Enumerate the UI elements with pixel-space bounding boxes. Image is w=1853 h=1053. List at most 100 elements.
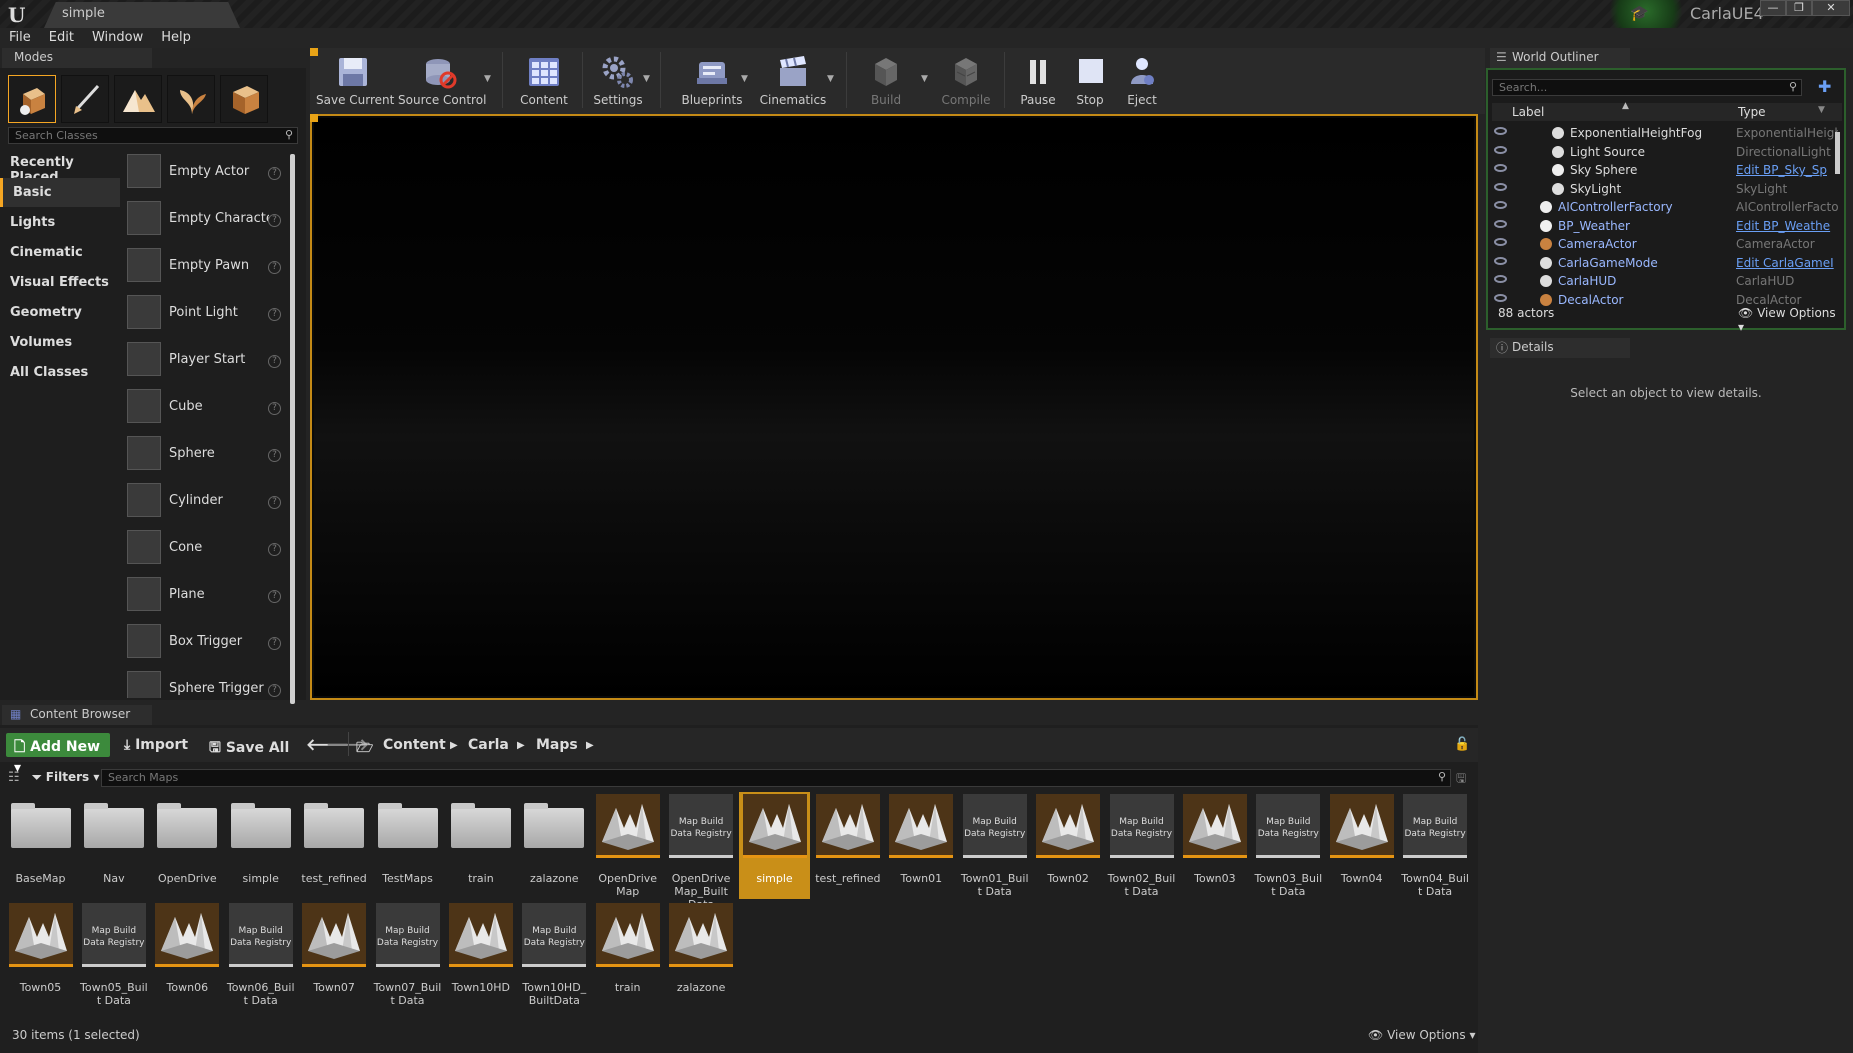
settings-button[interactable]: Settings [590,50,646,112]
build-data-asset[interactable]: Map Build Data Registry OpenDrive Map_Bui… [666,792,737,911]
outliner-search-input[interactable]: Search... ⚲ [1492,79,1802,96]
paint-mode-button[interactable] [61,75,109,123]
outliner-row[interactable]: CameraActor CameraActor [1492,235,1842,253]
visibility-eye-icon[interactable] [1494,201,1507,209]
help-icon[interactable]: ? [268,637,281,650]
save-search-icon[interactable]: 🖫 [1456,769,1466,790]
map-asset[interactable]: OpenDrive Map [592,792,663,899]
label-column-header[interactable]: Label [1512,105,1544,119]
edit-blueprint-link[interactable]: Edit BP_Weathe [1736,219,1838,233]
placeable-item[interactable]: Empty Characte? [124,197,288,244]
add-new-button[interactable]: 🗋 Add New ▾ [6,733,110,776]
settings-dropdown-icon[interactable]: ▼ [643,74,650,84]
menu-edit[interactable]: Edit [40,28,83,48]
visibility-eye-icon[interactable] [1494,293,1507,302]
placeable-item[interactable]: Box Trigger? [124,620,288,667]
map-asset[interactable]: Town03 [1179,792,1250,899]
details-tab[interactable]: ⓘ Details [1490,338,1630,358]
map-asset[interactable]: Town10HD [445,901,516,1008]
column-dropdown-icon[interactable]: ▼ [1818,105,1825,115]
content-button[interactable]: Content [512,50,576,112]
map-asset[interactable]: train [592,901,663,1008]
placeable-item[interactable]: Sphere Trigger? [124,667,288,698]
map-asset[interactable]: zalazone [666,901,737,1008]
close-button[interactable]: ✕ [1812,0,1850,16]
menu-window[interactable]: Window [83,28,152,48]
source-control-dropdown-icon[interactable]: ▼ [484,74,491,84]
compile-button[interactable]: Compile [936,50,996,112]
placeable-item[interactable]: Plane? [124,573,288,620]
outliner-row[interactable]: AIControllerFactory AIControllerFacto [1492,198,1842,216]
landscape-mode-button[interactable] [114,75,162,123]
visibility-eye-icon[interactable] [1494,219,1507,228]
menu-help[interactable]: Help [152,28,200,48]
help-icon[interactable]: ? [268,261,281,274]
folder-asset[interactable]: Nav [78,792,149,899]
content-view-options-button[interactable]: 👁 View Options ▾ [1368,1028,1476,1042]
map-asset[interactable]: Town07 [299,901,370,1008]
stop-button[interactable]: Stop [1064,50,1116,112]
source-control-button[interactable]: Source Control [398,50,486,112]
map-asset[interactable]: Town05 [5,901,76,1008]
outliner-row[interactable]: ExponentialHeightFog ExponentialHeigh [1492,124,1842,142]
visibility-eye-icon[interactable] [1494,275,1507,283]
outliner-row[interactable]: SkyLight SkyLight [1492,180,1842,198]
sources-panel-toggle-icon[interactable]: ☷ [8,770,20,785]
search-maps-input[interactable]: Search Maps ⚲ [101,769,1451,787]
help-icon[interactable]: ? [268,402,281,415]
lock-icon[interactable]: 🔓 [1454,737,1470,752]
breadcrumb-chevron-icon[interactable]: ▶ [450,740,458,751]
build-button[interactable]: Build [858,50,914,112]
help-icon[interactable]: ? [268,308,281,321]
build-data-asset[interactable]: Map Build Data Registry Town01_Built Data [959,792,1030,899]
breadcrumb-chevron-icon[interactable]: ▶ [586,740,594,751]
placeable-item[interactable]: Point Light? [124,291,288,338]
map-asset[interactable]: Town02 [1033,792,1104,899]
eject-button[interactable]: Eject [1116,50,1168,112]
category-all-classes[interactable]: All Classes [0,358,120,387]
folder-asset[interactable]: BaseMap [5,792,76,899]
search-classes-input[interactable]: Search Classes ⚲ [8,127,298,144]
minimize-button[interactable]: — [1760,0,1786,16]
foliage-mode-button[interactable] [167,75,215,123]
folder-asset[interactable]: simple [225,792,296,899]
cinematics-button[interactable]: Cinematics [756,50,830,112]
breadcrumb-chevron-icon[interactable]: ▶ [517,740,525,751]
map-asset[interactable]: Town01 [886,792,957,899]
placeable-item[interactable]: Cylinder? [124,479,288,526]
import-button[interactable]: ⤓ Import [124,737,188,753]
content-browser-tab[interactable]: ▦ Content Browser [2,705,152,725]
category-basic[interactable]: Basic [0,178,120,207]
help-icon[interactable]: ? [268,496,281,509]
help-icon[interactable]: ? [268,167,281,180]
edit-blueprint-link[interactable]: Edit BP_Sky_Sp [1736,163,1838,177]
viewport-render-area[interactable] [314,118,1474,696]
map-asset[interactable]: test_refined [812,792,883,899]
visibility-eye-icon[interactable] [1494,164,1507,172]
add-folder-icon[interactable]: ✚ [1818,77,1831,96]
help-icon[interactable]: ? [268,355,281,368]
map-asset[interactable]: Town06 [152,901,223,1008]
category-cinematic[interactable]: Cinematic [0,238,120,267]
folder-asset[interactable]: train [445,792,516,899]
placeable-list-scrollbar[interactable] [290,154,295,704]
menu-file[interactable]: File [0,28,40,48]
category-lights[interactable]: Lights [0,208,120,237]
build-dropdown-icon[interactable]: ▼ [921,74,928,84]
build-data-asset[interactable]: Map Build Data Registry Town10HD_ BuiltDa… [519,901,590,1008]
outliner-row[interactable]: Light Source DirectionalLight [1492,143,1842,161]
category-recently-placed[interactable]: Recently Placed [0,148,120,185]
folder-asset[interactable]: OpenDrive [152,792,223,899]
pause-button[interactable]: Pause [1012,50,1064,112]
outliner-view-options-button[interactable]: 👁 View Options ▾ [1738,306,1842,334]
visibility-eye-icon[interactable] [1494,127,1507,135]
geometry-mode-button[interactable] [220,75,268,123]
map-asset[interactable]: Town04 [1326,792,1397,899]
world-outliner-tab[interactable]: ☰ World Outliner [1490,48,1630,68]
type-column-header[interactable]: Type [1738,105,1766,119]
placeable-item[interactable]: Empty Actor? [124,150,288,197]
maximize-button[interactable]: ❐ [1786,0,1812,16]
help-icon[interactable]: ? [268,543,281,556]
placeable-item[interactable]: Sphere? [124,432,288,479]
map-asset[interactable]: simple [739,792,810,899]
